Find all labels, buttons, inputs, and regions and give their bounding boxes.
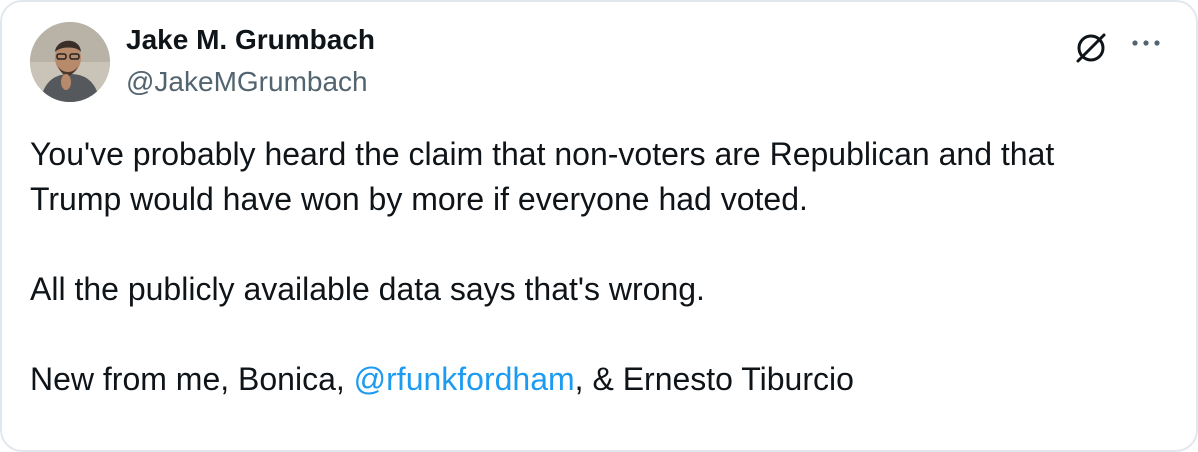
tweet-text-line: All the publicly available data says tha…	[30, 271, 705, 307]
text-segment: New from me, Bonica,	[30, 361, 354, 397]
tweet-text: You've probably heard the claim that non…	[30, 132, 1170, 402]
tweet-card: Jake M. Grumbach @JakeMGrumbach You've p…	[0, 0, 1198, 452]
author-name[interactable]: Jake M. Grumbach	[126, 24, 375, 56]
mention-link[interactable]: @rfunkfordham	[354, 361, 575, 397]
more-options-icon[interactable]	[1128, 24, 1164, 60]
avatar-image	[30, 22, 110, 102]
tweet-text-line: Trump would have won by more if everyone…	[30, 181, 808, 217]
tweet-text-line: New from me, Bonica, @rfunkfordham, & Er…	[30, 357, 1170, 402]
author-avatar[interactable]	[30, 22, 110, 102]
author-handle[interactable]: @JakeMGrumbach	[126, 66, 368, 98]
tweet-text-line: You've probably heard the claim that non…	[30, 136, 1055, 172]
text-segment: , & Ernesto Tiburcio	[574, 361, 854, 397]
x-logo-icon[interactable]	[1070, 26, 1112, 68]
